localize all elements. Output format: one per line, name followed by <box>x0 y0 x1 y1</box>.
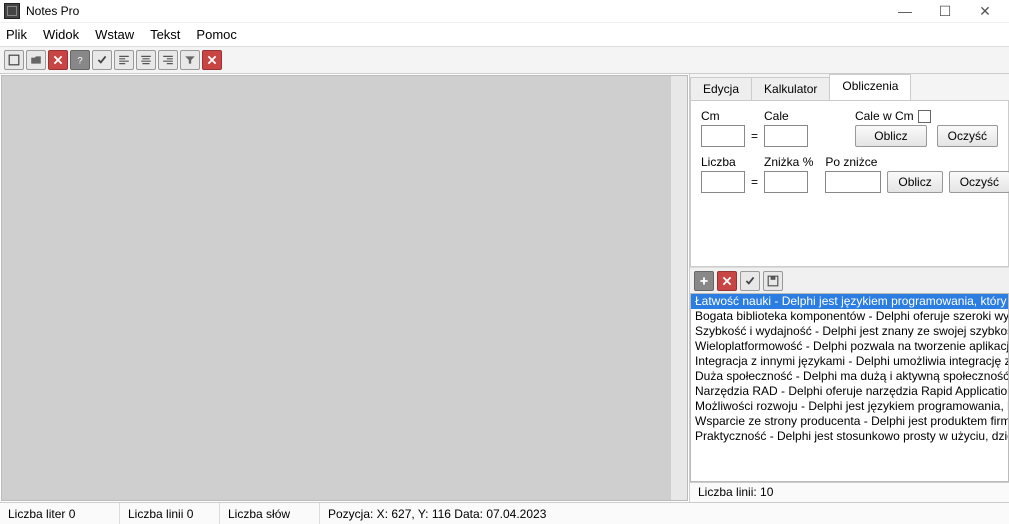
menu-view[interactable]: Widok <box>43 27 79 42</box>
close-button[interactable]: ✕ <box>965 0 1005 22</box>
save-icon[interactable] <box>763 271 783 291</box>
tab-strip: Edycja Kalkulator Obliczenia <box>690 74 1009 101</box>
svg-text:?: ? <box>77 56 82 66</box>
list-item[interactable]: Wsparcie ze strony producenta - Delphi j… <box>691 414 1008 429</box>
list-item[interactable]: Łatwość nauki - Delphi jest językiem pro… <box>691 294 1008 309</box>
equals-sign: = <box>751 129 758 147</box>
compute-button-1[interactable]: Oblicz <box>855 125 927 147</box>
titlebar: Notes Pro — ☐ ✕ <box>0 0 1009 22</box>
help-icon[interactable]: ? <box>70 50 90 70</box>
line-count-label: Liczba linii: 10 <box>690 482 1009 502</box>
status-words: Liczba słów <box>220 503 320 524</box>
statusbar: Liczba liter 0 Liczba linii 0 Liczba słó… <box>0 502 1009 524</box>
maximize-button[interactable]: ☐ <box>925 0 965 22</box>
right-panel: Edycja Kalkulator Obliczenia Cm = Cale C… <box>689 74 1009 502</box>
filter-icon[interactable] <box>180 50 200 70</box>
align-center-icon[interactable] <box>136 50 156 70</box>
tab-calculator[interactable]: Kalkulator <box>751 77 830 100</box>
tab-edit[interactable]: Edycja <box>690 77 752 100</box>
list-item[interactable]: Duża społeczność - Delphi ma dużą i akty… <box>691 369 1008 384</box>
status-position-date: Pozycja: X: 627, Y: 116 Data: 07.04.2023 <box>320 503 1009 524</box>
clear-icon[interactable] <box>202 50 222 70</box>
label-after-discount: Po zniżce <box>825 155 881 169</box>
label-cm: Cm <box>701 109 745 123</box>
input-inch[interactable] <box>764 125 808 147</box>
tab-calculations[interactable]: Obliczenia <box>829 74 911 100</box>
align-left-icon[interactable] <box>114 50 134 70</box>
app-title: Notes Pro <box>26 4 885 18</box>
menubar: Plik Widok Wstaw Tekst Pomoc <box>0 22 1009 46</box>
list-toolbar <box>690 267 1009 293</box>
menu-text[interactable]: Tekst <box>150 27 180 42</box>
menu-insert[interactable]: Wstaw <box>95 27 134 42</box>
new-icon[interactable] <box>4 50 24 70</box>
label-number: Liczba <box>701 155 745 169</box>
clear-button-2[interactable]: Oczyść <box>949 171 1009 193</box>
open-icon[interactable] <box>26 50 46 70</box>
list-item[interactable]: Praktyczność - Delphi jest stosunkowo pr… <box>691 429 1008 444</box>
input-number[interactable] <box>701 171 745 193</box>
equals-sign-2: = <box>751 175 758 193</box>
menu-help[interactable]: Pomoc <box>196 27 236 42</box>
list-item[interactable]: Szybkość i wydajność - Delphi jest znany… <box>691 324 1008 339</box>
list-item[interactable]: Integracja z innymi językami - Delphi um… <box>691 354 1008 369</box>
input-discount[interactable] <box>764 171 808 193</box>
remove-icon[interactable] <box>717 271 737 291</box>
input-cm[interactable] <box>701 125 745 147</box>
label-inch: Cale <box>764 109 808 123</box>
list-item[interactable]: Narzędzia RAD - Delphi oferuje narzędzia… <box>691 384 1008 399</box>
label-discount: Zniżka % <box>764 155 813 169</box>
menu-file[interactable]: Plik <box>6 27 27 42</box>
compute-button-2[interactable]: Oblicz <box>887 171 942 193</box>
list-item[interactable]: Możliwości rozwoju - Delphi jest językie… <box>691 399 1008 414</box>
editor-scrollbar[interactable] <box>671 76 687 500</box>
minimize-button[interactable]: — <box>885 0 925 22</box>
add-icon[interactable] <box>694 271 714 291</box>
app-icon <box>4 3 20 19</box>
apply-icon[interactable] <box>740 271 760 291</box>
checkbox-inch-cm[interactable] <box>918 110 931 123</box>
status-lines: Liczba linii 0 <box>120 503 220 524</box>
editor-area[interactable] <box>1 75 688 501</box>
list-item[interactable]: Wieloplatformowość - Delphi pozwala na t… <box>691 339 1008 354</box>
delete-icon[interactable] <box>48 50 68 70</box>
calc-panel: Cm = Cale Cale w CmOblicz Oczyść Liczba … <box>690 101 1009 267</box>
clear-button-1[interactable]: Oczyść <box>937 125 998 147</box>
list-item[interactable]: Bogata biblioteka komponentów - Delphi o… <box>691 309 1008 324</box>
align-right-icon[interactable] <box>158 50 178 70</box>
input-after-discount[interactable] <box>825 171 881 193</box>
list-box[interactable]: Łatwość nauki - Delphi jest językiem pro… <box>690 293 1009 482</box>
label-inch-in-cm: Cale w Cm <box>855 109 931 123</box>
check-icon[interactable] <box>92 50 112 70</box>
status-letters: Liczba liter 0 <box>0 503 120 524</box>
main-toolbar: ? <box>0 46 1009 74</box>
